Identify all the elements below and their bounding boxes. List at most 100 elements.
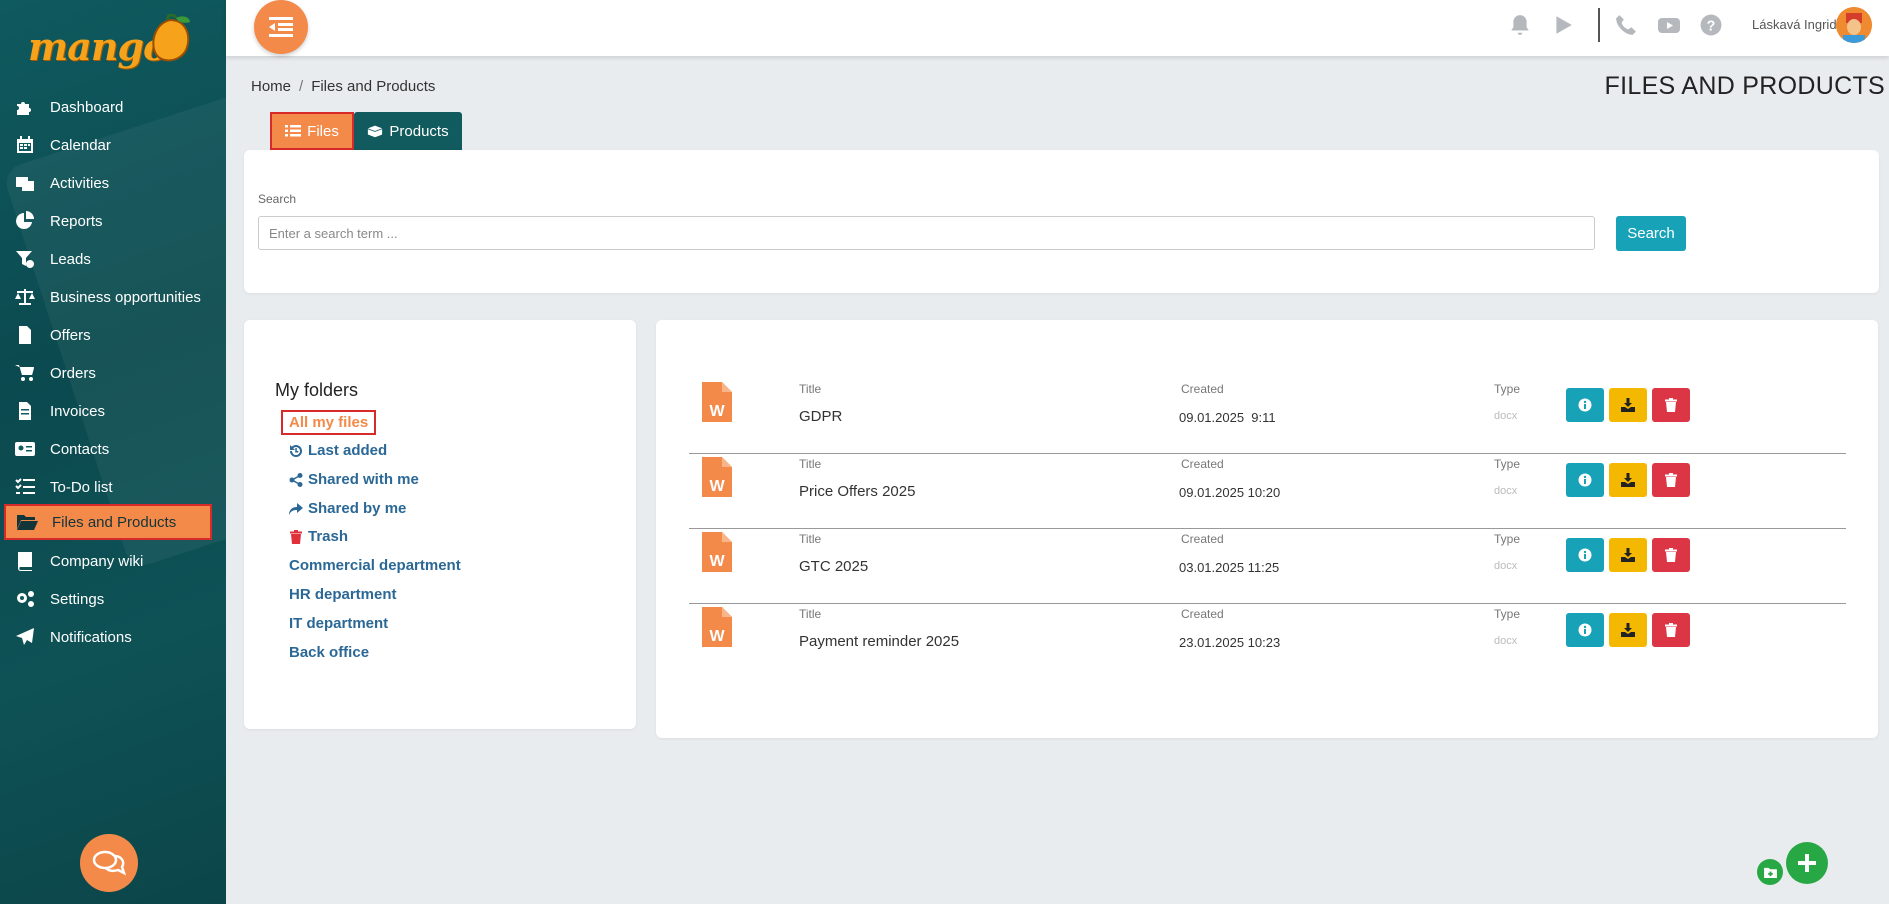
user-name[interactable]: Láskavá Ingrid bbox=[1752, 17, 1837, 32]
plus-icon bbox=[1798, 854, 1816, 872]
scale-icon bbox=[12, 287, 38, 307]
share-arrow-icon bbox=[289, 502, 303, 515]
mango-logo[interactable]: mango bbox=[28, 14, 198, 74]
mango-fruit-icon bbox=[152, 14, 190, 62]
sidebar-item-invoices[interactable]: Invoices bbox=[0, 394, 226, 428]
download-button[interactable] bbox=[1609, 388, 1647, 422]
folder-label: Commercial department bbox=[289, 557, 461, 574]
bell-icon[interactable] bbox=[1509, 14, 1531, 36]
file-title[interactable]: GTC 2025 bbox=[799, 558, 868, 575]
type-header: Type bbox=[1494, 607, 1521, 621]
delete-button[interactable] bbox=[1652, 388, 1690, 422]
play-icon[interactable] bbox=[1552, 14, 1574, 36]
sidebar-item-business-opportunities[interactable]: Business opportunities bbox=[0, 280, 226, 314]
word-file-icon: W bbox=[702, 382, 732, 422]
add-folder-button[interactable] bbox=[1757, 859, 1783, 885]
checklist-icon bbox=[12, 477, 38, 497]
table-row[interactable]: W Title Payment reminder 2025 Created 23… bbox=[689, 605, 1846, 679]
folders-title: My folders bbox=[275, 380, 359, 400]
cart-icon bbox=[12, 363, 38, 383]
info-button[interactable] bbox=[1566, 388, 1604, 422]
folder-back-office[interactable]: Back office bbox=[289, 644, 369, 661]
sidebar-item-orders[interactable]: Orders bbox=[0, 356, 226, 390]
trash-icon bbox=[1665, 623, 1677, 637]
folder-all-my-files[interactable]: All my files bbox=[281, 410, 377, 435]
sidebar-item-settings[interactable]: Settings bbox=[0, 582, 226, 616]
search-button[interactable]: Search bbox=[1616, 216, 1686, 251]
sidebar-item-leads[interactable]: Leads bbox=[0, 242, 226, 276]
folder-it-department[interactable]: IT department bbox=[289, 615, 388, 632]
word-file-icon: W bbox=[702, 532, 732, 572]
document-icon bbox=[12, 325, 38, 345]
sidebar-item-notifications[interactable]: Notifications bbox=[0, 620, 226, 654]
sidebar-item-label: Settings bbox=[50, 590, 105, 608]
sidebar-item-company-wiki[interactable]: Company wiki bbox=[0, 544, 226, 578]
sidebar-item-reports[interactable]: Reports bbox=[0, 204, 226, 238]
file-title[interactable]: Payment reminder 2025 bbox=[799, 633, 959, 650]
folder-commercial-department[interactable]: Commercial department bbox=[289, 557, 461, 574]
folder-plus-icon bbox=[1763, 867, 1777, 878]
youtube-icon[interactable] bbox=[1658, 14, 1680, 36]
download-button[interactable] bbox=[1609, 613, 1647, 647]
sidebar-item-calendar[interactable]: Calendar bbox=[0, 128, 226, 162]
info-button[interactable] bbox=[1566, 538, 1604, 572]
tab-products[interactable]: Products bbox=[354, 112, 462, 150]
sidebar-item-label: Reports bbox=[50, 212, 103, 230]
info-icon bbox=[1578, 398, 1592, 412]
phone-icon[interactable] bbox=[1615, 14, 1637, 36]
info-button[interactable] bbox=[1566, 613, 1604, 647]
sidebar-item-dashboard[interactable]: Dashboard bbox=[0, 90, 226, 124]
boxes-icon bbox=[368, 125, 383, 138]
sidebar-item-label: Calendar bbox=[50, 136, 111, 154]
folder-hr-department[interactable]: HR department bbox=[289, 586, 397, 603]
title-header: Title bbox=[799, 607, 822, 621]
tab-files[interactable]: Files bbox=[270, 112, 354, 150]
download-button[interactable] bbox=[1609, 538, 1647, 572]
sidebar-item-contacts[interactable]: Contacts bbox=[0, 432, 226, 466]
folders-card: My folders All my files Last added Share… bbox=[244, 320, 636, 729]
download-icon bbox=[1621, 623, 1635, 637]
info-button[interactable] bbox=[1566, 463, 1604, 497]
chat-button[interactable] bbox=[80, 834, 138, 892]
svg-text:W: W bbox=[709, 478, 725, 495]
svg-text:W: W bbox=[709, 403, 725, 420]
search-input[interactable] bbox=[258, 216, 1595, 250]
help-icon[interactable]: ? bbox=[1700, 14, 1722, 36]
add-file-button[interactable] bbox=[1786, 842, 1828, 884]
download-button[interactable] bbox=[1609, 463, 1647, 497]
file-title[interactable]: Price Offers 2025 bbox=[799, 483, 915, 500]
breadcrumb-current: Files and Products bbox=[311, 78, 436, 95]
file-created: 23.01.2025 10:23 bbox=[1179, 635, 1281, 650]
folder-shared-with-me[interactable]: Shared with me bbox=[289, 471, 419, 488]
folder-last-added[interactable]: Last added bbox=[289, 442, 387, 459]
sidebar-item-label: Files and Products bbox=[52, 513, 177, 531]
delete-button[interactable] bbox=[1652, 463, 1690, 497]
delete-button[interactable] bbox=[1652, 613, 1690, 647]
sidebar-item-label: Business opportunities bbox=[50, 288, 201, 306]
file-type: docx bbox=[1494, 410, 1518, 422]
sidebar-item-files-and-products[interactable]: Files and Products bbox=[4, 504, 212, 540]
avatar[interactable] bbox=[1836, 7, 1872, 43]
table-row[interactable]: W Title GTC 2025 Created 03.01.2025 11:2… bbox=[689, 530, 1846, 604]
menu-toggle-button[interactable] bbox=[254, 0, 308, 54]
download-icon bbox=[1621, 548, 1635, 562]
table-row[interactable]: W Title Price Offers 2025 Created 09.01.… bbox=[689, 455, 1846, 529]
folder-shared-by-me[interactable]: Shared by me bbox=[289, 500, 406, 517]
folder-label: Trash bbox=[308, 528, 349, 545]
sidebar-item-activities[interactable]: Activities bbox=[0, 166, 226, 200]
sidebar-item-todo[interactable]: To-Do list bbox=[0, 470, 226, 504]
title-header: Title bbox=[799, 532, 822, 546]
folder-trash[interactable]: Trash bbox=[289, 528, 348, 545]
delete-button[interactable] bbox=[1652, 538, 1690, 572]
folder-open-icon bbox=[14, 512, 40, 532]
breadcrumb-home[interactable]: Home bbox=[251, 78, 291, 95]
paper-plane-icon bbox=[12, 627, 38, 647]
folder-label: Last added bbox=[308, 442, 388, 459]
created-header: Created bbox=[1181, 457, 1224, 471]
file-type: docx bbox=[1494, 560, 1518, 572]
file-title[interactable]: GDPR bbox=[799, 408, 842, 425]
sidebar-item-offers[interactable]: Offers bbox=[0, 318, 226, 352]
table-row[interactable]: W Title GDPR Created 09.01.2025 9:11 Typ… bbox=[689, 380, 1846, 454]
sidebar-item-label: Notifications bbox=[50, 628, 132, 646]
share-icon bbox=[289, 472, 303, 487]
